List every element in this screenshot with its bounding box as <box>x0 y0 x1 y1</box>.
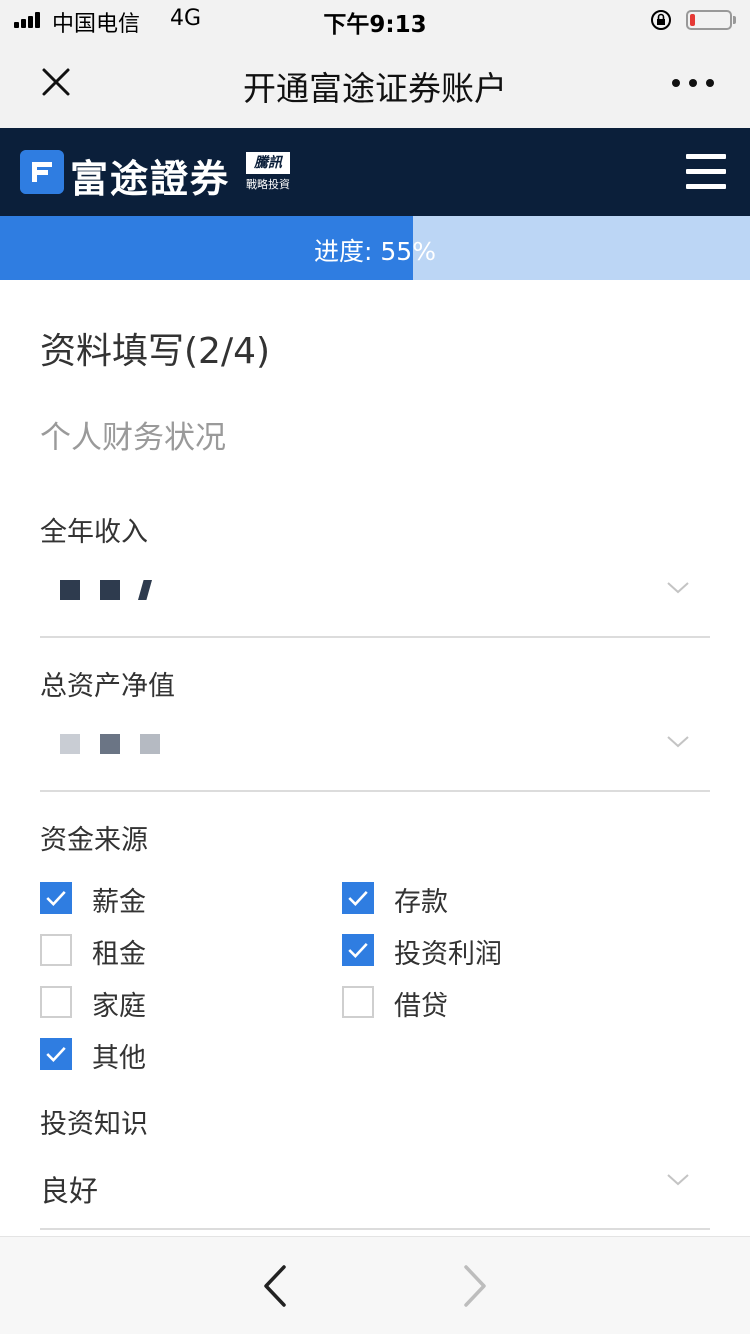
nav-bar: 开通富途证券账户 <box>0 40 750 128</box>
checkbox-box[interactable] <box>40 986 72 1018</box>
form-title: 资料填写(2/4) <box>40 331 271 372</box>
checkbox-box[interactable] <box>40 934 72 966</box>
brand-name: 富途證券 <box>70 157 231 201</box>
checkmark-icon <box>348 942 368 959</box>
masked-value <box>60 580 180 600</box>
battery-tip <box>733 16 736 24</box>
checkbox-box[interactable] <box>342 934 374 966</box>
browser-toolbar <box>0 1236 750 1334</box>
hamburger-menu-icon[interactable] <box>686 154 726 190</box>
checkbox-label: 家庭 <box>92 991 146 1022</box>
investment-knowledge-label: 投资知识 <box>40 1109 148 1140</box>
chevron-down-icon <box>667 1174 689 1186</box>
checkmark-icon <box>46 890 66 907</box>
masked-value <box>60 734 180 754</box>
fund-source-label: 资金来源 <box>40 825 148 856</box>
battery-level <box>690 14 695 26</box>
net-assets-select[interactable] <box>40 706 710 792</box>
checkbox-box[interactable] <box>40 1038 72 1070</box>
checkbox-box[interactable] <box>342 986 374 1018</box>
forward-arrow-icon[interactable] <box>454 1263 494 1309</box>
checkbox-box[interactable] <box>342 882 374 914</box>
status-bar: 中国电信 4G 下午9:13 <box>0 0 750 40</box>
chevron-down-icon <box>667 582 689 594</box>
annual-income-label: 全年收入 <box>40 517 148 548</box>
checkmark-icon <box>348 890 368 907</box>
annual-income-select[interactable] <box>40 552 710 638</box>
more-icon[interactable] <box>668 70 718 94</box>
checkbox-label: 投资利润 <box>394 939 502 970</box>
badge-top-text: 騰訊 <box>246 152 290 174</box>
badge-bottom-text: 戰略投資 <box>246 178 290 191</box>
checkbox-label: 薪金 <box>92 887 146 918</box>
net-assets-label: 总资产净值 <box>40 671 175 702</box>
select-value: 良好 <box>40 1174 99 1208</box>
progress-label: 进度: 55% <box>314 237 436 266</box>
checkbox-label: 其他 <box>92 1043 146 1074</box>
chevron-down-icon <box>667 736 689 748</box>
futu-logo-icon[interactable] <box>20 150 64 194</box>
checkmark-icon <box>46 1046 66 1063</box>
brand-header: 富途證券 騰訊 戰略投資 <box>0 128 750 216</box>
orientation-lock-icon <box>651 10 671 30</box>
tencent-badge: 騰訊 戰略投資 <box>246 152 290 194</box>
page-title: 开通富途证券账户 <box>243 69 507 108</box>
progress-bar: 进度: 55% <box>0 216 750 280</box>
form-subtitle: 个人财务状况 <box>40 420 226 456</box>
battery-icon <box>686 10 732 30</box>
checkbox-label: 借贷 <box>394 991 448 1022</box>
checkbox-label: 存款 <box>394 887 448 918</box>
investment-knowledge-select[interactable]: 良好 <box>40 1144 710 1230</box>
back-arrow-icon[interactable] <box>256 1263 296 1309</box>
checkbox-box[interactable] <box>40 882 72 914</box>
status-time: 下午9:13 <box>323 12 427 38</box>
checkbox-label: 租金 <box>92 939 146 970</box>
